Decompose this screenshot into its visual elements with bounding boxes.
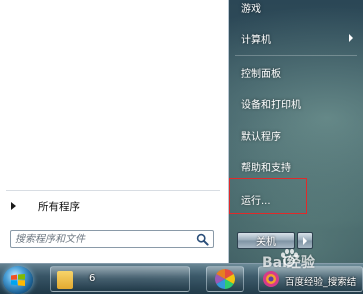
taskbar-app-button[interactable] [206,266,244,292]
all-programs-button[interactable]: 所有程序 [8,196,218,216]
menu-item-label: 设备和打印机 [241,99,301,111]
start-orb-icon[interactable] [3,266,33,294]
browser-icon [263,271,279,287]
submenu-arrow-icon [349,34,353,42]
search-icon[interactable] [196,233,209,246]
taskbar-folder-button[interactable]: 6 [50,266,190,292]
menu-item-label: 帮助和支持 [241,162,291,174]
baidu-paw-icon [281,248,298,267]
menu-separator [235,55,357,56]
menu-item-label: 计算机 [241,34,271,46]
start-menu-programs-pane: 所有程序 [0,0,229,263]
search-input[interactable] [15,232,185,246]
folder-icon [57,271,73,289]
taskbar-browser-label: 百度经验_搜索结 [285,277,357,288]
menu-item-computer[interactable]: 计算机 [235,28,357,48]
menu-item-devices-printers[interactable]: 设备和打印机 [235,93,357,113]
windows-flag-icon [11,274,25,286]
menu-item-label: 默认程序 [241,131,281,143]
menu-item-help-support[interactable]: 帮助和支持 [235,156,357,176]
menu-item-label: 游戏 [241,3,261,15]
run-highlight-box [229,178,307,214]
menu-item-games[interactable]: 游戏 [235,0,357,17]
arrow-right-icon [303,237,307,245]
menu-item-control-panel[interactable]: 控制面板 [235,62,357,82]
color-wheel-icon [215,269,235,289]
taskbar-folder-label: 6 [89,273,96,284]
search-box[interactable] [10,230,214,248]
all-programs-label: 所有程序 [38,200,80,213]
menu-item-label: 控制面板 [241,68,281,80]
shutdown-label: 关机 [256,237,276,248]
start-menu-right-column: 游戏 计算机 控制面板 设备和打印机 默认程序 帮助和支持 运行... 关机 [229,0,363,263]
programs-divider [6,190,220,191]
menu-item-default-programs[interactable]: 默认程序 [235,125,357,145]
arrow-right-icon [11,202,16,210]
